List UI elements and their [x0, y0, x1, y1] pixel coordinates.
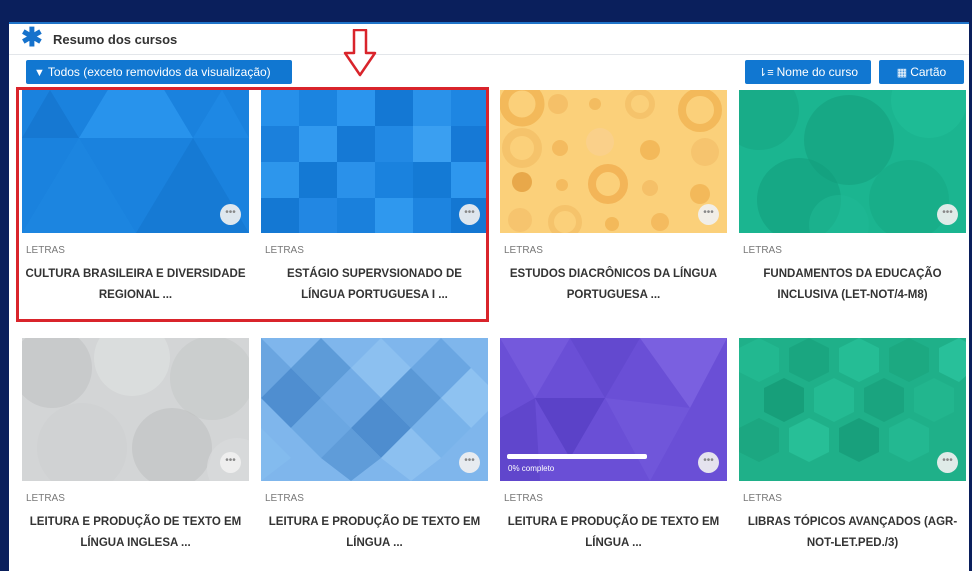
course-name-link[interactable]: ESTUDOS DIACRÔNICOS DA LÍNGUA PORTUGUESA… [500, 264, 727, 306]
course-menu-button[interactable]: ••• [698, 204, 719, 225]
sort-label: Nome do curso [776, 65, 858, 79]
progress-label: 0% completo [508, 464, 555, 473]
view-mode-button[interactable]: ▦ Cartão [879, 60, 964, 84]
course-image[interactable] [22, 338, 249, 481]
course-card[interactable]: ••• LETRAS LEITURA E PRODUÇÃO DE TEXTO E… [22, 338, 249, 570]
course-name-line: LÍNGUA INGLESA ... [80, 537, 191, 549]
course-name-link[interactable]: FUNDAMENTOS DA EDUCAÇÃO INCLUSIVA (LET-N… [739, 264, 966, 306]
highlight-box [16, 87, 489, 322]
grid-icon: ▦ [896, 67, 908, 79]
course-image[interactable] [739, 90, 966, 233]
panel-header: ✱ Resumo dos cursos [9, 24, 969, 55]
course-card[interactable]: ••• LETRAS LEITURA E PRODUÇÃO DE TEXTO E… [261, 338, 488, 570]
course-image[interactable] [500, 90, 727, 233]
course-category: LETRAS [504, 493, 543, 504]
course-name-line: FUNDAMENTOS DA EDUCAÇÃO [763, 268, 942, 280]
course-menu-button[interactable]: ••• [937, 452, 958, 473]
course-name-link[interactable]: LEITURA E PRODUÇÃO DE TEXTO EM LÍNGUA ..… [261, 512, 488, 554]
down-arrow-icon [343, 29, 377, 77]
progress-bar [507, 454, 647, 459]
course-card[interactable]: ••• LETRAS FUNDAMENTOS DA EDUCAÇÃO INCLU… [739, 90, 966, 322]
course-overview-panel: ✱ Resumo dos cursos ▼ Todos (exceto remov… [9, 22, 969, 571]
course-menu-button[interactable]: ••• [698, 452, 719, 473]
course-name-line: INCLUSIVA (LET-NOT/4-M8) [777, 289, 928, 301]
sort-button[interactable]: ⇂≡ Nome do curso [745, 60, 871, 84]
course-category: LETRAS [265, 493, 304, 504]
course-category: LETRAS [743, 493, 782, 504]
course-menu-button[interactable]: ••• [220, 452, 241, 473]
course-name-line: LÍNGUA ... [346, 537, 403, 549]
filter-button[interactable]: ▼ Todos (exceto removidos da visualização… [26, 60, 292, 84]
course-card[interactable]: ••• LETRAS ESTUDOS DIACRÔNICOS DA LÍNGUA… [500, 90, 727, 322]
course-name-link[interactable]: LEITURA E PRODUÇÃO DE TEXTO EM LÍNGUA IN… [22, 512, 249, 554]
course-card[interactable]: ••• LETRAS LIBRAS TÓPICOS AVANÇADOS (AGR… [739, 338, 966, 570]
course-name-line: LEITURA E PRODUÇÃO DE TEXTO EM [268, 516, 481, 528]
course-name-link[interactable]: LIBRAS TÓPICOS AVANÇADOS (AGR- NOT-LET.P… [739, 512, 966, 554]
course-name-line: LEITURA E PRODUÇÃO DE TEXTO EM [507, 516, 720, 528]
course-category: LETRAS [26, 493, 65, 504]
course-card[interactable]: 0% completo ••• LETRAS LEITURA E PRODUÇÃ… [500, 338, 727, 570]
course-category: LETRAS [743, 245, 782, 256]
course-category: LETRAS [504, 245, 543, 256]
course-name-line: ESTUDOS DIACRÔNICOS DA LÍNGUA [509, 268, 718, 280]
sort-icon: ⇂≡ [757, 67, 774, 79]
course-menu-button[interactable]: ••• [459, 452, 480, 473]
view-label: Cartão [910, 65, 947, 79]
course-image[interactable] [739, 338, 966, 481]
course-name-line: LIBRAS TÓPICOS AVANÇADOS (AGR- [747, 516, 958, 528]
course-name-line: LEITURA E PRODUÇÃO DE TEXTO EM [29, 516, 242, 528]
filter-label: Todos (exceto removidos da visualização) [47, 65, 271, 79]
course-name-line: LÍNGUA ... [585, 537, 642, 549]
course-name-line: NOT-LET.PED./3) [806, 537, 899, 549]
course-name-link[interactable]: LEITURA E PRODUÇÃO DE TEXTO EM LÍNGUA ..… [500, 512, 727, 554]
asterisk-icon: ✱ [21, 22, 43, 52]
course-image[interactable]: 0% completo [500, 338, 727, 481]
course-name-line: PORTUGUESA ... [566, 289, 661, 301]
course-image[interactable] [261, 338, 488, 481]
filter-icon: ▼ [34, 67, 45, 79]
course-menu-button[interactable]: ••• [937, 204, 958, 225]
page-title: Resumo dos cursos [53, 32, 178, 47]
